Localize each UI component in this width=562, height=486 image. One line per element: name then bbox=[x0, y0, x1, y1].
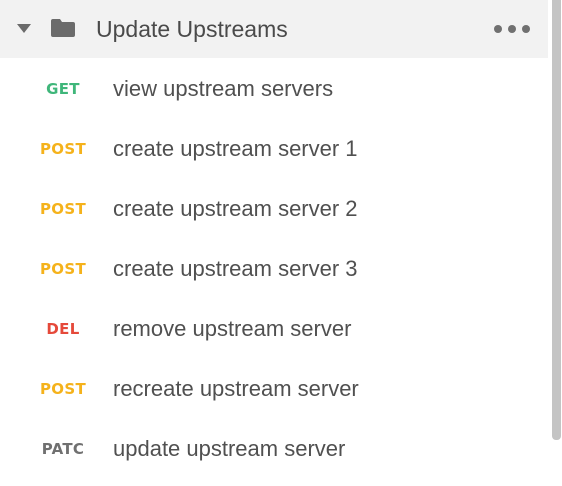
request-item[interactable]: POST create upstream server 1 bbox=[0, 120, 548, 180]
scrollbar-thumb[interactable] bbox=[552, 0, 561, 440]
method-badge: POST bbox=[40, 140, 86, 158]
request-item[interactable]: POST create upstream server 3 bbox=[0, 240, 548, 300]
request-list: GET view upstream servers POST create up… bbox=[0, 60, 548, 480]
request-item[interactable]: GET view upstream servers bbox=[0, 60, 548, 120]
request-item[interactable]: POST create upstream server 2 bbox=[0, 180, 548, 240]
method-badge: POST bbox=[40, 260, 86, 278]
more-options-icon[interactable] bbox=[494, 22, 530, 36]
request-name: create upstream server 3 bbox=[113, 256, 358, 281]
folder-title: Update Upstreams bbox=[96, 16, 288, 42]
method-badge: PATC bbox=[41, 440, 85, 458]
vertical-scrollbar[interactable] bbox=[550, 0, 562, 486]
request-name: view upstream servers bbox=[113, 76, 334, 101]
caret-down-icon[interactable] bbox=[17, 24, 31, 33]
collection-sidebar: Update Upstreams GET view upstream serve… bbox=[0, 0, 562, 486]
method-badge: POST bbox=[40, 380, 86, 398]
request-name: create upstream server 1 bbox=[113, 136, 358, 161]
request-name: recreate upstream server bbox=[113, 376, 359, 401]
request-name: update upstream server bbox=[113, 436, 346, 461]
request-name: create upstream server 2 bbox=[113, 196, 358, 221]
more-dot bbox=[522, 25, 530, 33]
more-dot bbox=[508, 25, 516, 33]
method-badge: POST bbox=[40, 200, 86, 218]
method-badge: GET bbox=[46, 80, 80, 98]
more-dot bbox=[494, 25, 502, 33]
request-item[interactable]: DEL remove upstream server bbox=[0, 300, 548, 360]
request-name: remove upstream server bbox=[113, 316, 352, 341]
request-item[interactable]: PATC update upstream server bbox=[0, 420, 548, 480]
request-item[interactable]: POST recreate upstream server bbox=[0, 360, 548, 420]
method-badge: DEL bbox=[46, 320, 80, 338]
folder-icon bbox=[51, 19, 75, 37]
folder-header-update-upstreams[interactable]: Update Upstreams bbox=[0, 0, 548, 58]
